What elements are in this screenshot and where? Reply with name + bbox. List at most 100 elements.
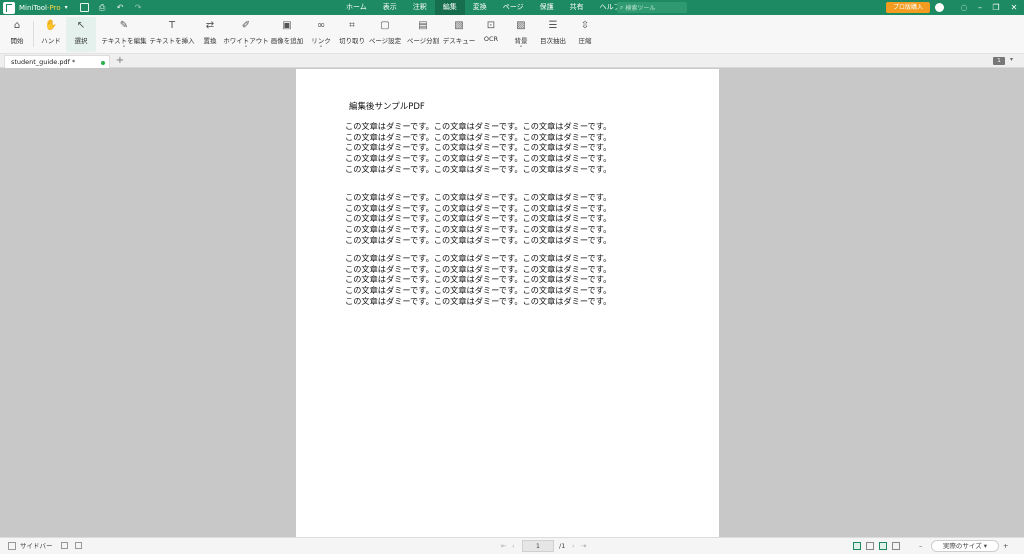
text-line[interactable]: この文章はダミーです。この文章はダミーです。この文章はダミーです。	[345, 132, 645, 143]
app-menu-arrow-icon[interactable]: ▾	[65, 4, 68, 11]
text-line[interactable]: この文章はダミーです。この文章はダミーです。この文章はダミーです。	[345, 153, 645, 164]
compress-button[interactable]: ⇳ 圧縮	[575, 17, 595, 52]
link-button[interactable]: ∞ リンク •	[310, 17, 332, 52]
undo-icon[interactable]: ↶	[116, 3, 125, 12]
edit-text-icon: ✎	[119, 20, 129, 31]
page-setup-icon: ▢	[380, 20, 390, 31]
sidebar-label[interactable]: サイドバー	[20, 538, 53, 554]
add-tab-button[interactable]: +	[115, 54, 125, 68]
tab-list-arrow-icon[interactable]: ▾	[1010, 56, 1013, 63]
text-line[interactable]: この文章はダミーです。この文章はダミーです。この文章はダミーです。	[345, 121, 645, 132]
menu-item[interactable]: 注釈	[405, 0, 435, 15]
tab-count-badge[interactable]: 1	[993, 57, 1005, 65]
hand-icon: ✋	[44, 20, 58, 31]
close-icon[interactable]: ✕	[1006, 0, 1022, 15]
zoom-out-button[interactable]: –	[919, 538, 922, 554]
grid-view-icon[interactable]	[892, 542, 900, 550]
print-icon[interactable]: ⎙	[98, 3, 107, 12]
chat-icon[interactable]: ◌	[956, 0, 972, 15]
hand-tool-button[interactable]: ✋ ハンド	[39, 17, 63, 52]
page-split-button[interactable]: ▤ ページ分割	[405, 17, 441, 52]
compress-icon: ⇳	[580, 20, 590, 31]
ribbon-toolbar: ⌂ 開始 ✋ ハンド ↖ 選択 ✎ テキストを編集 • T テキストを挿入 ⇄ 置換 ✐ ホワイ…	[0, 15, 1024, 54]
first-page-icon[interactable]: ⇤	[501, 538, 506, 554]
status-bar: サイドバー ⇤ ‹ 1 /1 › ⇥ – 実際のサイズ ▾ +	[0, 537, 1024, 554]
document-paragraph[interactable]: この文章はダミーです。この文章はダミーです。この文章はダミーです。 この文章はダミ…	[345, 253, 645, 306]
text-line[interactable]: この文章はダミーです。この文章はダミーです。この文章はダミーです。	[345, 224, 645, 235]
search-tools-input[interactable]: ⌕ 検索ツール	[617, 2, 687, 13]
minimize-icon[interactable]: –	[972, 0, 988, 15]
insert-text-button[interactable]: T テキストを挿入	[149, 17, 194, 52]
edit-text-button[interactable]: ✎ テキストを編集 •	[101, 17, 146, 52]
document-workspace: 編集後サンプルPDF この文章はダミーです。この文章はダミーです。この文章はダミ…	[0, 69, 1024, 537]
text-line[interactable]: この文章はダミーです。この文章はダミーです。この文章はダミーです。	[345, 192, 645, 203]
search-icon: ⌕	[620, 3, 624, 11]
text-line[interactable]: この文章はダミーです。この文章はダミーです。この文章はダミーです。	[345, 296, 645, 307]
menu-item[interactable]: 保護	[532, 0, 562, 15]
ocr-button[interactable]: ⊡ OCR	[481, 17, 501, 52]
menu-item[interactable]: ページ	[495, 0, 532, 15]
background-button[interactable]: ▨ 背景 •	[511, 17, 531, 52]
text-line[interactable]: この文章はダミーです。この文章はダミーです。この文章はダミーです。	[345, 274, 645, 285]
pdf-page[interactable]: 編集後サンプルPDF この文章はダミーです。この文章はダミーです。この文章はダミ…	[296, 69, 719, 537]
deskew-button[interactable]: ▧ デスキュー	[443, 17, 476, 52]
scroll-view-icon[interactable]	[879, 542, 887, 550]
background-icon: ▨	[516, 20, 526, 31]
eraser-icon: ✐	[241, 20, 251, 31]
text-line[interactable]: この文章はダミーです。この文章はダミーです。この文章はダミーです。	[345, 213, 645, 224]
page-number-input[interactable]: 1	[522, 540, 554, 552]
crop-button[interactable]: ⌗ 切り取り	[338, 17, 366, 52]
prev-page-icon[interactable]: ‹	[512, 538, 515, 554]
total-pages: /1	[559, 542, 566, 550]
text-line[interactable]: この文章はダミーです。この文章はダミーです。この文章はダミーです。	[345, 264, 645, 275]
cursor-icon: ↖	[76, 20, 86, 31]
two-page-view-icon[interactable]	[866, 542, 874, 550]
zoom-select[interactable]: 実際のサイズ ▾	[931, 540, 999, 552]
user-avatar-icon[interactable]	[935, 3, 944, 12]
restore-icon[interactable]: ❐	[988, 0, 1004, 15]
replace-button[interactable]: ⇄ 置換	[199, 17, 221, 52]
single-page-view-icon[interactable]	[853, 542, 861, 550]
image-icon: ▣	[282, 20, 292, 31]
insert-text-icon: T	[168, 20, 176, 31]
page-setup-button[interactable]: ▢ ページ設定	[368, 17, 402, 52]
replace-icon: ⇄	[205, 20, 215, 31]
ocr-icon: ⊡	[486, 20, 496, 31]
title-bar: MiniTool-Pro ▾ ⎙ ↶ ↷ ホーム 表示 注釈 編集 変換 ページ 保護 共有ヘ…	[0, 0, 1024, 15]
document-paragraph[interactable]: この文章はダミーです。この文章はダミーです。この文章はダミーです。 この文章はダミ…	[345, 192, 645, 245]
text-line[interactable]: この文章はダミーです。この文章はダミーです。この文章はダミーです。	[345, 253, 645, 264]
next-page-icon[interactable]: ›	[572, 538, 575, 554]
select-tool-button[interactable]: ↖ 選択	[66, 17, 96, 52]
document-title[interactable]: 編集後サンプルPDF	[349, 100, 425, 112]
buy-pro-button[interactable]: プロ版購入	[886, 2, 930, 13]
document-tab[interactable]: student_guide.pdf *	[4, 55, 110, 68]
menu-item[interactable]: 表示	[375, 0, 405, 15]
add-image-button[interactable]: ▣ 画像を追加	[269, 17, 305, 52]
sidebar-toggle-icon[interactable]	[8, 542, 16, 550]
start-button[interactable]: ⌂ 開始	[6, 17, 28, 52]
text-line[interactable]: この文章はダミーです。この文章はダミーです。この文章はダミーです。	[345, 164, 645, 175]
fit-width-icon[interactable]	[61, 542, 68, 549]
fit-page-icon[interactable]	[75, 542, 82, 549]
top-menu: ホーム 表示 注釈 編集 変換 ページ 保護 共有 ヘルプ	[338, 0, 629, 15]
text-line[interactable]: この文章はダミーです。この文章はダミーです。この文章はダミーです。	[345, 203, 645, 214]
app-name: MiniTool-Pro	[19, 3, 61, 12]
last-page-icon[interactable]: ⇥	[581, 538, 586, 554]
document-tab-bar: student_guide.pdf * + 1 ▾	[0, 54, 1024, 68]
document-paragraph[interactable]: この文章はダミーです。この文章はダミーです。この文章はダミーです。 この文章はダミ…	[345, 121, 645, 174]
modified-dot-icon	[101, 61, 105, 65]
text-line[interactable]: この文章はダミーです。この文章はダミーです。この文章はダミーです。	[345, 285, 645, 296]
menu-item[interactable]: 編集	[434, 0, 465, 15]
save-icon[interactable]	[79, 3, 89, 12]
menu-item[interactable]: 共有	[562, 0, 592, 15]
text-line[interactable]: この文章はダミーです。この文章はダミーです。この文章はダミーです。	[345, 142, 645, 153]
link-icon: ∞	[316, 20, 326, 31]
menu-item[interactable]: ホーム	[338, 0, 375, 15]
text-line[interactable]: この文章はダミーです。この文章はダミーです。この文章はダミーです。	[345, 235, 645, 246]
zoom-in-button[interactable]: +	[1003, 538, 1008, 554]
whiteout-button[interactable]: ✐ ホワイトアウト •	[223, 17, 269, 52]
menu-item[interactable]: 変換	[465, 0, 495, 15]
page-split-icon: ▤	[418, 20, 428, 31]
toc-extract-button[interactable]: ☰ 目次抽出	[537, 17, 569, 52]
redo-icon[interactable]: ↷	[134, 3, 143, 12]
